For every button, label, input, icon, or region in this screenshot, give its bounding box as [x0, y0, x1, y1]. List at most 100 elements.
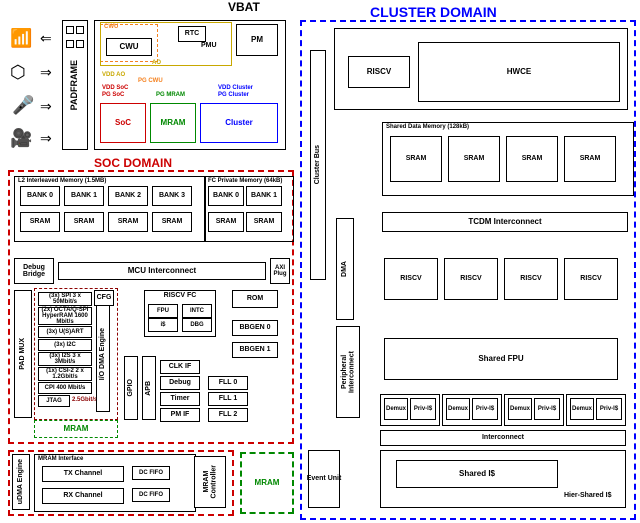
timer-block: Timer	[160, 392, 200, 406]
mic-icon: 🎤	[12, 95, 34, 116]
cluster-core: RISCV	[504, 258, 558, 300]
debug-block: Debug	[160, 376, 200, 390]
vdd-cluster-label: VDD Cluster	[218, 85, 253, 91]
cluster-sram: SRAM	[564, 136, 616, 182]
tx-channel: TX Channel	[42, 466, 124, 482]
priv-icache: Priv-I$	[472, 398, 498, 420]
shared-icache: Shared I$	[396, 460, 558, 488]
io-item: (3x) U(S)ART	[38, 326, 92, 338]
fpu-block: FPU	[148, 304, 178, 318]
cluster-core: RISCV	[384, 258, 438, 300]
fc-bank1: BANK 1	[246, 186, 282, 206]
demux-block: Demux	[446, 398, 470, 420]
io-rate: 2.5Gbit/s	[72, 397, 97, 403]
io-dma-engine: I/O DMA Engine	[96, 296, 110, 412]
priv-icache: Priv-I$	[410, 398, 436, 420]
arrow-icon: ⇒	[40, 130, 52, 147]
tcdm-interconnect: TCDM Interconnect	[382, 212, 628, 232]
l2-bank2: BANK 2	[108, 186, 148, 206]
l2-sram: SRAM	[20, 212, 60, 232]
dma-block: DMA	[336, 218, 354, 320]
cluster-sram: SRAM	[448, 136, 500, 182]
shared-fpu: Shared FPU	[384, 338, 618, 380]
l2-bank0: BANK 0	[20, 186, 60, 206]
cluster-sram: SRAM	[390, 136, 442, 182]
cluster-interconnect: Interconnect	[380, 430, 626, 446]
fc-sram: SRAM	[246, 212, 282, 232]
wifi-icon: 📶	[10, 28, 32, 49]
cube-icon: ⬡	[10, 62, 26, 83]
dbg-block: DBG	[182, 318, 212, 332]
fll0-block: FLL 0	[208, 376, 248, 390]
pg-soc-label: PG SoC	[102, 92, 124, 98]
demux-block: Demux	[570, 398, 594, 420]
cluster-domain-title: CLUSTER DOMAIN	[370, 4, 497, 20]
padframe-square	[66, 26, 74, 34]
vdd-soc-label: VDD SoC	[102, 85, 128, 91]
io-item: (1x) CSI-2 2 x 1.2Gbit/s	[38, 367, 92, 381]
mram-controller: MRAM Controller	[194, 456, 226, 508]
rx-channel: RX Channel	[42, 488, 124, 504]
pg-cluster-label: PG Cluster	[218, 92, 249, 98]
io-item: (3x) I2S 3 x 3Mbit/s	[38, 352, 92, 366]
demux-block: Demux	[508, 398, 532, 420]
cluster-riscv: RISCV	[348, 56, 410, 88]
arrow-icon: ⇒	[40, 98, 52, 115]
priv-icache: Priv-I$	[534, 398, 560, 420]
periph-interconnect: Peripheral Interconnect	[336, 326, 360, 418]
debug-bridge: Debug Bridge	[14, 258, 54, 284]
l2-bank3: BANK 3	[152, 186, 192, 206]
axi-plug: AXI Plug	[270, 258, 290, 284]
ao-label: AO	[152, 60, 161, 66]
dc-fifo-rx: DC FIFO	[132, 488, 170, 502]
mcu-interconnect: MCU Interconnect	[58, 262, 266, 280]
udma-engine: uDMA Engine	[12, 454, 30, 510]
mram-external: MRAM	[240, 452, 294, 514]
l2-bank1: BANK 1	[64, 186, 104, 206]
cluster-bus: Cluster Bus	[310, 50, 326, 280]
pg-cwu-label: PG CWU	[138, 78, 163, 84]
cfg-block: CFG	[94, 290, 114, 306]
ao-region	[100, 22, 232, 66]
rom-block: ROM	[232, 290, 278, 308]
soc-domain-title: SOC DOMAIN	[94, 156, 172, 170]
vbat-label: VBAT	[228, 0, 260, 14]
intc-block: INTC	[182, 304, 212, 318]
io-item: (2x) OCTA/Q-SPI HyperRAM 1600 Mbit/s	[38, 307, 92, 325]
io-item: (3x) SPI 3 x 50Mbit/s	[38, 292, 92, 306]
vdd-ao-label: VDD AO	[102, 72, 125, 78]
l2-sram: SRAM	[108, 212, 148, 232]
soc-block: SoC	[100, 103, 146, 143]
arrow-icon: ⇐	[40, 30, 52, 47]
arrow-icon: ⇒	[40, 64, 52, 81]
fll1-block: FLL 1	[208, 392, 248, 406]
pad-mux: PAD MUX	[14, 290, 32, 418]
cluster-core: RISCV	[444, 258, 498, 300]
camera-icon: 🎥	[10, 128, 32, 149]
icache-block: i$	[148, 318, 178, 332]
fc-bank0: BANK 0	[208, 186, 244, 206]
cluster-block: Cluster	[200, 103, 278, 143]
priv-icache: Priv-I$	[596, 398, 622, 420]
dc-fifo-tx: DC FIFO	[132, 466, 170, 480]
cluster-sram: SRAM	[506, 136, 558, 182]
mram-block: MRAM	[150, 103, 196, 143]
clkif-block: CLK IF	[160, 360, 200, 374]
padframe-square	[76, 26, 84, 34]
hier-shared-label: Hier-Shared I$	[564, 492, 611, 499]
io-item: (3x) I2C	[38, 339, 92, 351]
l2-sram: SRAM	[64, 212, 104, 232]
padframe-square	[66, 40, 74, 48]
l2-sram: SRAM	[152, 212, 192, 232]
pmif-block: PM IF	[160, 408, 200, 422]
io-item: JTAG	[38, 395, 70, 407]
cluster-core: RISCV	[564, 258, 618, 300]
demux-block: Demux	[384, 398, 408, 420]
pg-mram-label: PG MRAM	[156, 92, 185, 98]
padframe-square	[76, 40, 84, 48]
bbgen1-block: BBGEN 1	[232, 342, 278, 358]
bbgen0-block: BBGEN 0	[232, 320, 278, 336]
event-unit: Event Unit	[308, 450, 340, 508]
gpio-block: GPIO	[124, 356, 138, 420]
apb-block: APB	[142, 356, 156, 420]
